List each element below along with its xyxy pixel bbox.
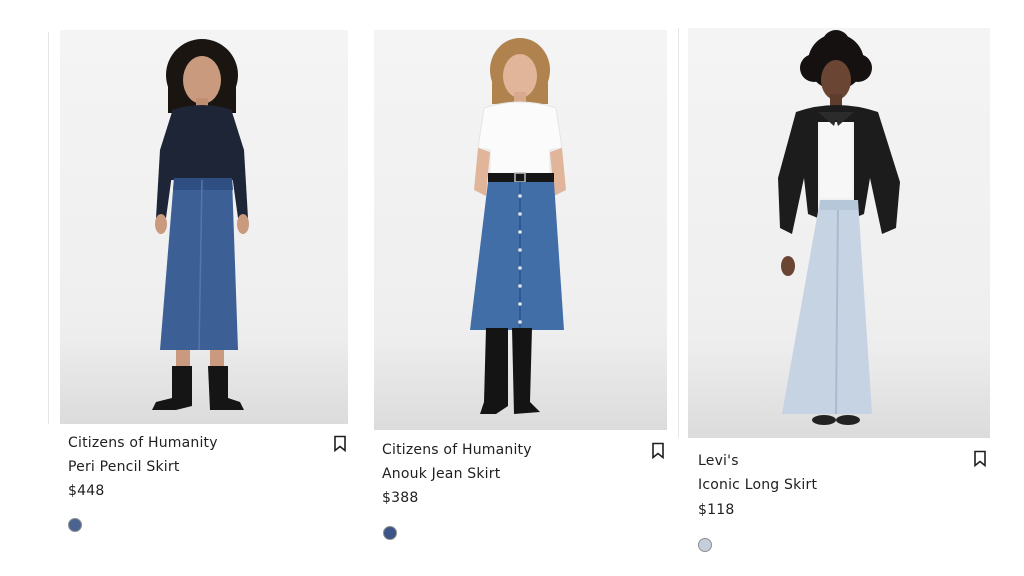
- product-card[interactable]: Levi's Iconic Long Skirt $118: [688, 28, 992, 558]
- product-image[interactable]: [688, 28, 990, 438]
- product-card[interactable]: Citizens of Humanity Peri Pencil Skirt $…: [60, 30, 350, 540]
- product-price: $388: [382, 490, 419, 506]
- product-card[interactable]: Citizens of Humanity Anouk Jean Skirt $3…: [374, 30, 668, 550]
- product-name[interactable]: Peri Pencil Skirt: [68, 459, 180, 475]
- product-price: $118: [698, 502, 735, 518]
- product-brand[interactable]: Levi's: [698, 453, 739, 469]
- card-divider-mid: [678, 28, 679, 438]
- model-figure: [152, 39, 249, 410]
- product-brand[interactable]: Citizens of Humanity: [68, 435, 218, 451]
- product-name[interactable]: Iconic Long Skirt: [698, 477, 817, 493]
- model-figure: [470, 38, 566, 414]
- model-figure: [778, 30, 900, 425]
- product-image[interactable]: [60, 30, 348, 424]
- product-name[interactable]: Anouk Jean Skirt: [382, 466, 500, 482]
- product-image[interactable]: [374, 30, 667, 430]
- color-swatch[interactable]: [383, 526, 397, 540]
- color-swatch[interactable]: [698, 538, 712, 552]
- card-divider-left: [48, 32, 49, 424]
- product-price: $448: [68, 483, 105, 499]
- bookmark-icon[interactable]: [333, 435, 347, 452]
- product-brand[interactable]: Citizens of Humanity: [382, 442, 532, 458]
- color-swatch[interactable]: [68, 518, 82, 532]
- bookmark-icon[interactable]: [973, 450, 987, 467]
- bookmark-icon[interactable]: [651, 442, 665, 459]
